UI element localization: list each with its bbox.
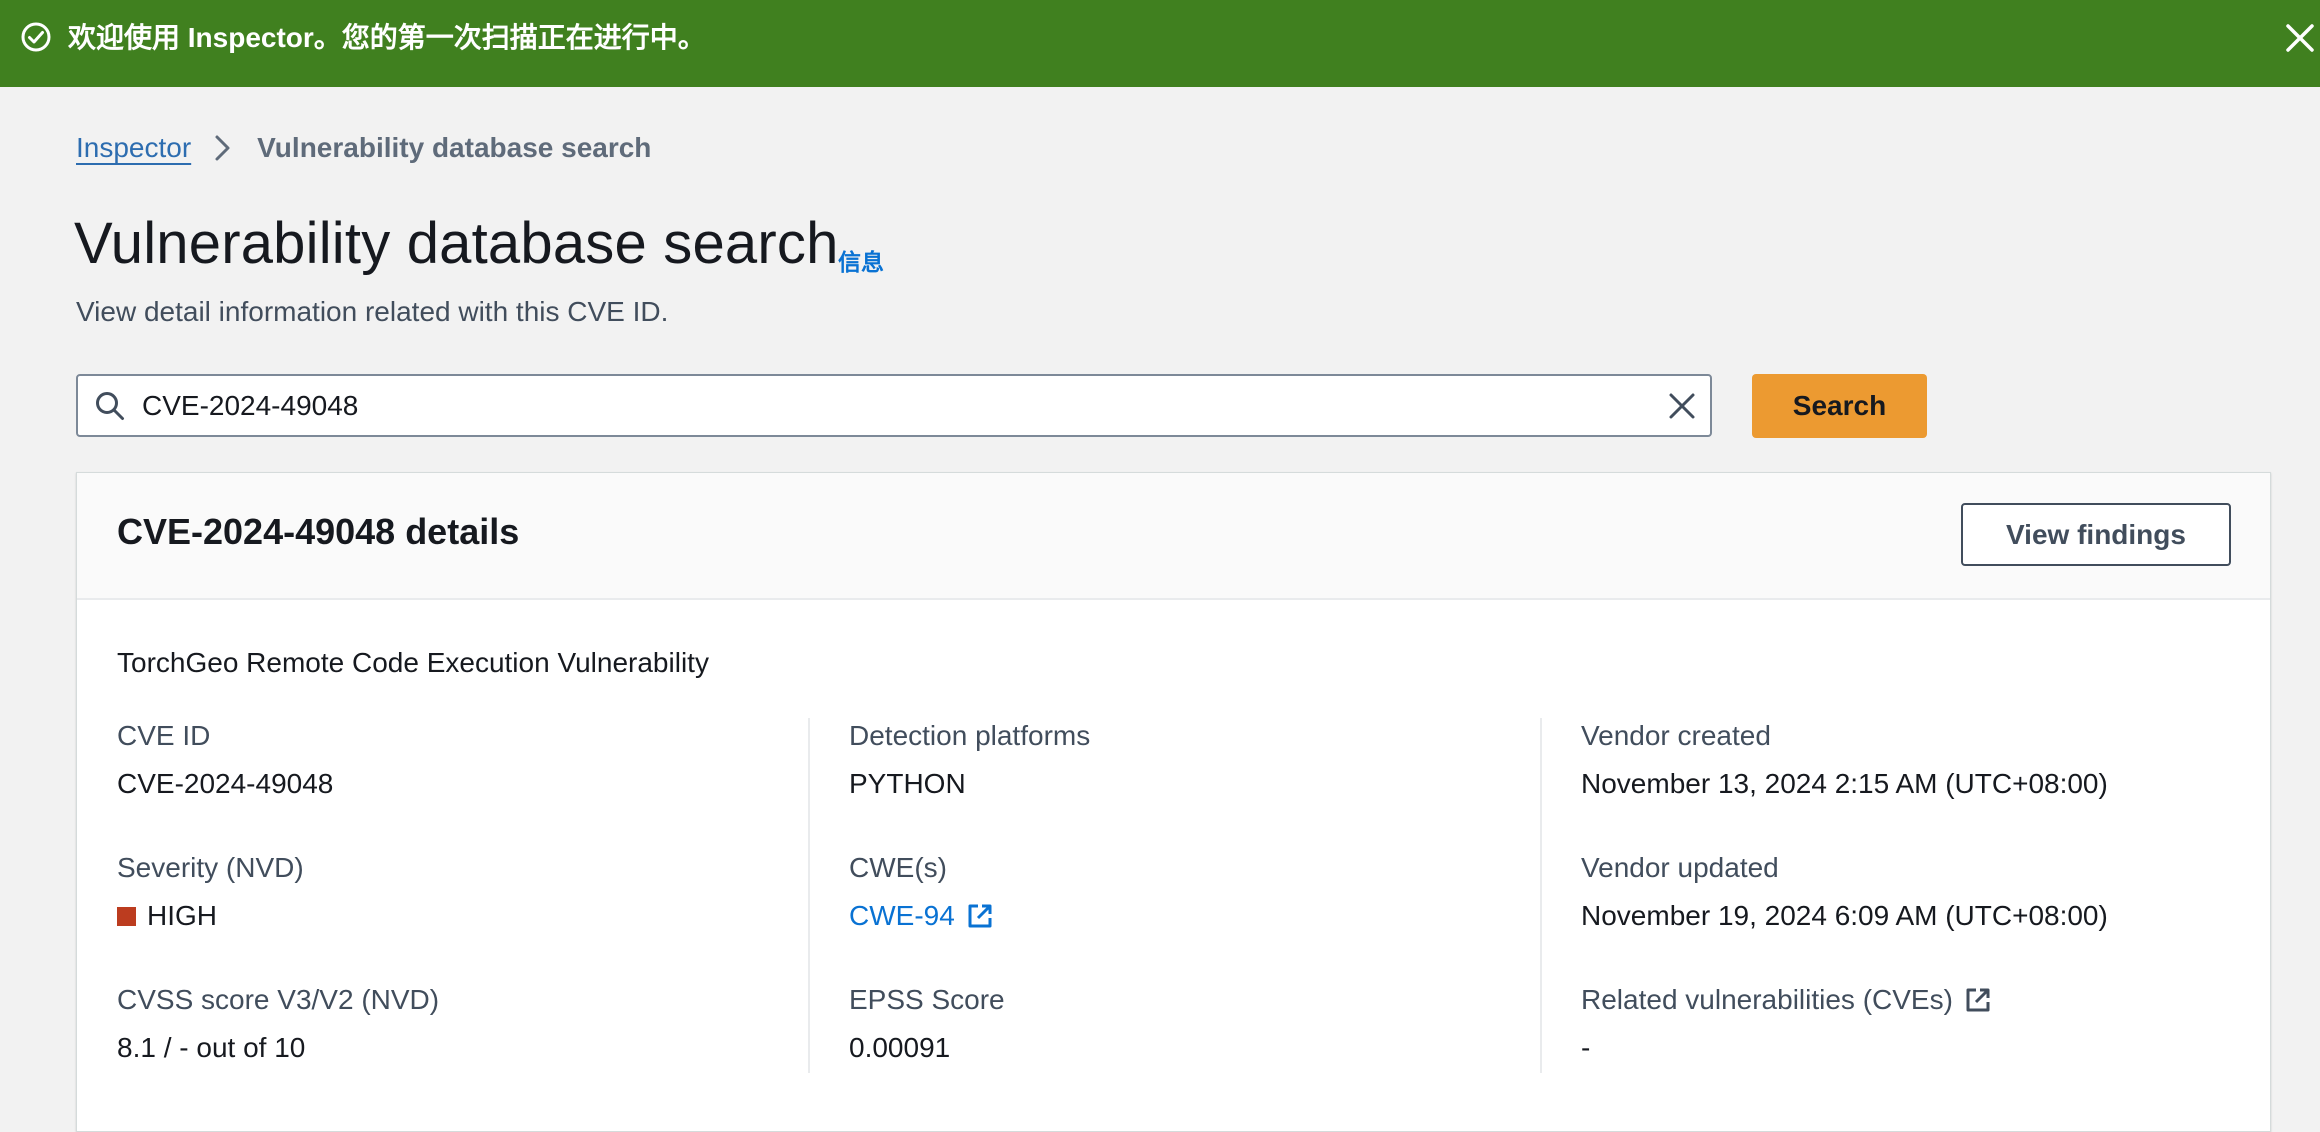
related-vulnerabilities-label: Related vulnerabilities (CVEs) [1581, 982, 2281, 1018]
related-vulnerabilities-value: - [1581, 1032, 1591, 1063]
field-cwes: CWE(s) CWE-94 [849, 850, 1549, 982]
field-label: Vendor updated [1581, 852, 1779, 883]
severity-high-indicator-icon [117, 906, 136, 926]
field-cve-id: CVE ID CVE-2024-49048 [117, 718, 817, 850]
flash-banner: 欢迎使用 Inspector。您的第一次扫描正在进行中。 [0, 0, 2320, 87]
severity-value: HIGH [117, 898, 817, 934]
info-link[interactable]: 信息 [838, 243, 884, 277]
search-box [76, 374, 1712, 437]
vendor-created-value: November 13, 2024 2:15 AM (UTC+08:00) [1581, 768, 2108, 799]
field-label: EPSS Score [849, 984, 1005, 1015]
field-cvss-score: CVSS score V3/V2 (NVD) 8.1 / - out of 10 [117, 982, 817, 1114]
search-button[interactable]: Search [1752, 374, 1927, 438]
close-icon[interactable] [2282, 20, 2318, 56]
cve-summary: TorchGeo Remote Code Execution Vulnerabi… [117, 647, 709, 678]
clear-search-icon[interactable] [1666, 390, 1698, 422]
details-column-3: Vendor created November 13, 2024 2:15 AM… [1581, 718, 2281, 1114]
flash-message: 欢迎使用 Inspector。您的第一次扫描正在进行中。 [68, 22, 706, 53]
card-header: CVE-2024-49048 details View findings [77, 473, 2270, 600]
cve-details-card: CVE-2024-49048 details View findings Tor… [76, 472, 2271, 1132]
card-title: CVE-2024-49048 details [117, 511, 520, 552]
cwe-value: CWE-94 [849, 898, 1549, 934]
field-label: Severity (NVD) [117, 852, 304, 883]
page-description: View detail information related with thi… [76, 296, 669, 327]
cve-id-value: CVE-2024-49048 [117, 768, 334, 799]
chevron-right-icon [215, 135, 230, 161]
field-label: Detection platforms [849, 720, 1091, 751]
search-icon [96, 392, 124, 420]
breadcrumb-inspector-link[interactable]: Inspector [76, 132, 191, 164]
field-severity: Severity (NVD) HIGH [117, 850, 817, 982]
field-vendor-updated: Vendor updated November 19, 2024 6:09 AM… [1581, 850, 2281, 982]
vendor-updated-value: November 19, 2024 6:09 AM (UTC+08:00) [1581, 900, 2108, 931]
details-column-2: Detection platforms PYTHON CWE(s) CWE-94… [849, 718, 1549, 1114]
field-detection-platforms: Detection platforms PYTHON [849, 718, 1549, 850]
page-title: Vulnerability database search [74, 211, 839, 276]
field-label: CVE ID [117, 720, 211, 751]
search-input[interactable] [142, 376, 1622, 435]
field-related-vulnerabilities: Related vulnerabilities (CVEs) - [1581, 982, 2281, 1114]
view-findings-button[interactable]: View findings [1961, 503, 2231, 566]
details-column-1: CVE ID CVE-2024-49048 Severity (NVD) HIG… [117, 718, 817, 1114]
field-label: CVSS score V3/V2 (NVD) [117, 984, 440, 1015]
cvss-score-value: 8.1 / - out of 10 [117, 1032, 306, 1063]
breadcrumb-current: Vulnerability database search [257, 132, 652, 163]
detection-platforms-value: PYTHON [849, 768, 966, 799]
external-link-icon[interactable] [1963, 985, 1993, 1015]
breadcrumb: Inspector Vulnerability database search [76, 128, 651, 168]
success-check-icon [21, 22, 51, 52]
field-label: Vendor created [1581, 720, 1771, 751]
external-link-icon[interactable] [965, 901, 995, 931]
field-epss-score: EPSS Score 0.00091 [849, 982, 1549, 1114]
severity-text: HIGH [147, 900, 217, 931]
field-label-text: Related vulnerabilities (CVEs) [1581, 984, 1953, 1015]
cwe-94-link[interactable]: CWE-94 [849, 898, 955, 934]
epss-score-value: 0.00091 [849, 1032, 951, 1063]
field-vendor-created: Vendor created November 13, 2024 2:15 AM… [1581, 718, 2281, 850]
field-label: CWE(s) [849, 852, 947, 883]
